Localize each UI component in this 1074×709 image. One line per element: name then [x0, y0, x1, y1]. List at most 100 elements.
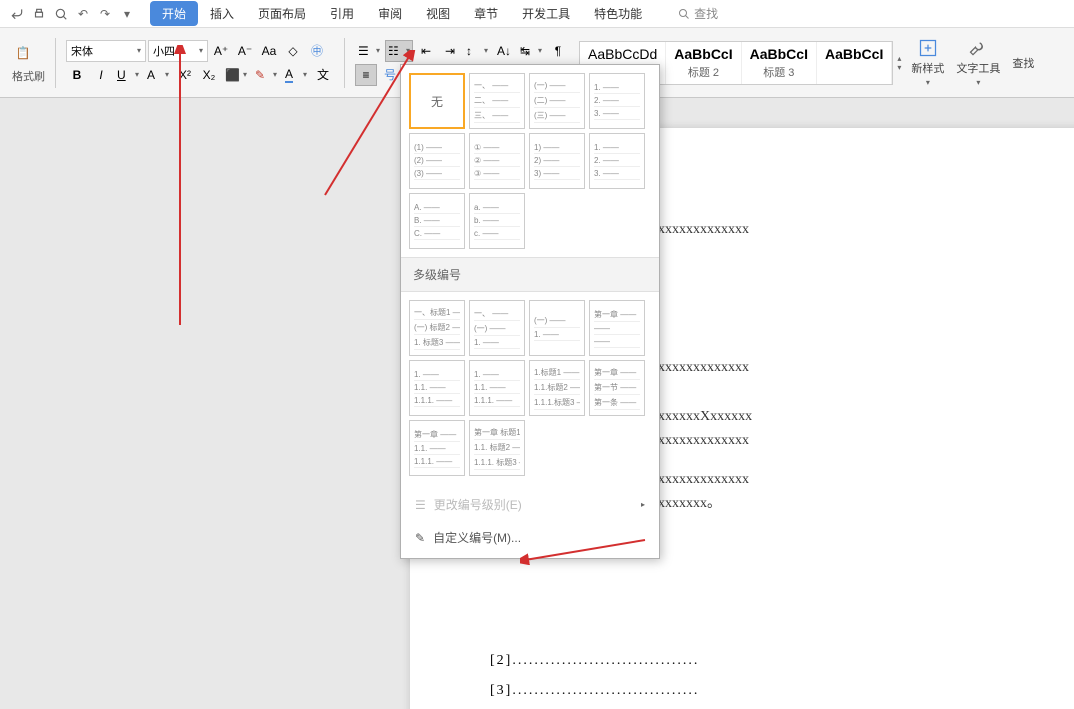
indent-dec-button[interactable]: ⇤ — [415, 40, 437, 62]
tab-review[interactable]: 审阅 — [366, 1, 414, 26]
style-item[interactable]: AaBbCcI — [817, 42, 892, 84]
decrease-size-icon[interactable]: A⁻ — [234, 40, 256, 62]
numbering-preset[interactable]: 第一章 ——1.1. ——1.1.1. —— — [409, 420, 465, 476]
underline-button[interactable]: U▾ — [114, 64, 142, 86]
paste-icon[interactable]: 📋 — [12, 42, 34, 64]
new-style-button[interactable]: 新样式▾ — [911, 38, 944, 87]
popup-footer: ☰ 更改编号级别(E) ▸ ✎ 自定义编号(M)... — [401, 484, 659, 558]
font-name: 宋体 — [71, 43, 93, 59]
numbering-preset[interactable]: 无 — [409, 73, 465, 129]
case-icon[interactable]: Aa — [258, 40, 280, 62]
new-style-icon — [918, 38, 938, 58]
font-size: 小四 — [153, 43, 175, 59]
chevron-down-icon: ▾ — [137, 46, 141, 55]
undo2-icon[interactable]: ↶ — [74, 5, 92, 23]
multilevel-grid: 一、标题1 ——(一) 标题2 ——1. 标题3 ——一、 ——(一) ——1.… — [401, 292, 659, 484]
search-box[interactable]: 查找 — [678, 5, 718, 22]
wrench-icon — [968, 38, 988, 58]
subscript-button[interactable]: X₂ — [198, 64, 220, 86]
tab-dev[interactable]: 开发工具 — [510, 1, 582, 26]
numbering-button[interactable]: ☷▾ — [385, 40, 413, 62]
style-heading3[interactable]: AaBbCcI 标题 3 — [742, 42, 817, 84]
style-scroll[interactable]: ▴ ▾ — [897, 54, 901, 72]
ref-line: [3].................................. — [490, 676, 1030, 706]
numbering-preset[interactable]: 1. ——1.1. ——1.1.1. —— — [409, 360, 465, 416]
highlight-button[interactable]: ⬛▾ — [222, 64, 250, 86]
font-select[interactable]: 宋体 ▾ — [66, 40, 146, 62]
pencil-icon: ✎ — [415, 531, 425, 545]
increase-size-icon[interactable]: A⁺ — [210, 40, 232, 62]
pen-color-button[interactable]: ✎▾ — [252, 64, 280, 86]
numbering-popup: 无一、 ——二、 ——三、 ——(一) ——(二) ——(三) ——1. ——2… — [400, 64, 660, 559]
numbering-preset[interactable]: A. ——B. ——C. —— — [409, 193, 465, 249]
format-painter-label: 格式刷 — [12, 68, 45, 84]
tab-special[interactable]: 特色功能 — [582, 1, 654, 26]
bold-button[interactable]: B — [66, 64, 88, 86]
numbering-preset[interactable]: 第一章 —— —— —— — [589, 300, 645, 356]
numbering-preset[interactable]: 第一章 标题1 ——1.1. 标题2 ——1.1.1. 标题3 —— — [469, 420, 525, 476]
separator — [344, 38, 345, 88]
ref-line: [2].................................. — [490, 646, 1030, 676]
separator — [55, 38, 56, 88]
superscript-button[interactable]: X² — [174, 64, 196, 86]
numbering-preset[interactable]: 一、 ——(一) ——1. —— — [469, 300, 525, 356]
phonetic-icon[interactable]: ㊥ — [306, 40, 328, 62]
clipboard-group: 📋 格式刷 — [8, 42, 49, 84]
print-icon[interactable] — [30, 5, 48, 23]
menu-tabs: 开始 插入 页面布局 引用 审阅 视图 章节 开发工具 特色功能 — [150, 1, 654, 26]
basic-numbering-grid: 无一、 ——二、 ——三、 ——(一) ——(二) ——(三) ——1. ——2… — [401, 65, 659, 257]
numbering-preset[interactable]: a. ——b. ——c. —— — [469, 193, 525, 249]
italic-button[interactable]: I — [90, 64, 112, 86]
scroll-down-icon[interactable]: ▾ — [897, 63, 901, 72]
dropdown-icon[interactable]: ▾ — [118, 5, 136, 23]
tab-ref[interactable]: 引用 — [318, 1, 366, 26]
align-center-button[interactable]: 号 — [379, 64, 401, 86]
numbering-preset[interactable]: 1. ——2. ——3. —— — [589, 133, 645, 189]
multilevel-header: 多级编号 — [401, 257, 659, 292]
linespacing-button[interactable]: ↕▾ — [463, 40, 491, 62]
find-button[interactable]: 查找 — [1012, 55, 1034, 71]
redo-icon[interactable]: ↷ — [96, 5, 114, 23]
showmarks-button[interactable]: ¶ — [547, 40, 569, 62]
custom-numbering-item[interactable]: ✎ 自定义编号(M)... — [401, 521, 659, 554]
tab-layout[interactable]: 页面布局 — [246, 1, 318, 26]
chevron-right-icon: ▸ — [641, 500, 645, 509]
clear-format-icon[interactable]: ◇ — [282, 40, 304, 62]
tab-start[interactable]: 开始 — [150, 1, 198, 26]
numbering-preset[interactable]: 一、 ——二、 ——三、 —— — [469, 73, 525, 129]
numbering-preset[interactable]: (一) ——(二) ——(三) —— — [529, 73, 585, 129]
char-border-button[interactable]: 文 — [312, 64, 334, 86]
right-tools: 新样式▾ 文字工具▾ 查找 — [911, 38, 1034, 87]
search-label: 查找 — [694, 5, 718, 22]
chevron-down-icon: ▾ — [199, 46, 203, 55]
numbering-preset[interactable]: 1. ——1.1. ——1.1.1. —— — [469, 360, 525, 416]
indent-inc-button[interactable]: ⇥ — [439, 40, 461, 62]
numbering-preset[interactable]: 一、标题1 ——(一) 标题2 ——1. 标题3 —— — [409, 300, 465, 356]
numbering-preset[interactable]: (1) ——(2) ——(3) —— — [409, 133, 465, 189]
font-color-button[interactable]: A▾ — [282, 64, 310, 86]
numbering-preset[interactable]: (一) ——1. —— — [529, 300, 585, 356]
undo-icon[interactable] — [8, 5, 26, 23]
scroll-up-icon[interactable]: ▴ — [897, 54, 901, 63]
font-group: 宋体 ▾ 小四 ▾ A⁺ A⁻ Aa ◇ ㊥ B I U▾ A▾ X² X₂ ⬛… — [62, 40, 338, 86]
bullets-button[interactable]: ☰▾ — [355, 40, 383, 62]
preview-icon[interactable] — [52, 5, 70, 23]
tab-insert[interactable]: 插入 — [198, 1, 246, 26]
text-tool-button[interactable]: 文字工具▾ — [956, 38, 1000, 87]
numbering-preset[interactable]: 第一章 ——第一节 ——第一条 —— — [589, 360, 645, 416]
change-level-item: ☰ 更改编号级别(E) ▸ — [401, 488, 659, 521]
search-icon — [678, 8, 690, 20]
sort-button[interactable]: A↓ — [493, 40, 515, 62]
numbering-preset[interactable]: ① ——② ——③ —— — [469, 133, 525, 189]
tab-chapter[interactable]: 章节 — [462, 1, 510, 26]
numbering-preset[interactable]: 1) ——2) ——3) —— — [529, 133, 585, 189]
numbering-preset[interactable]: 1.标题1 ——1.1.标题2 ——1.1.1.标题3 —— — [529, 360, 585, 416]
tab-view[interactable]: 视图 — [414, 1, 462, 26]
indent-icon: ☰ — [415, 498, 426, 512]
style-heading2[interactable]: AaBbCcI 标题 2 — [666, 42, 741, 84]
dir-button[interactable]: ↹▾ — [517, 40, 545, 62]
align-left-button[interactable]: ≡ — [355, 64, 377, 86]
strike-button[interactable]: A▾ — [144, 64, 172, 86]
size-select[interactable]: 小四 ▾ — [148, 40, 208, 62]
numbering-preset[interactable]: 1. ——2. ——3. —— — [589, 73, 645, 129]
